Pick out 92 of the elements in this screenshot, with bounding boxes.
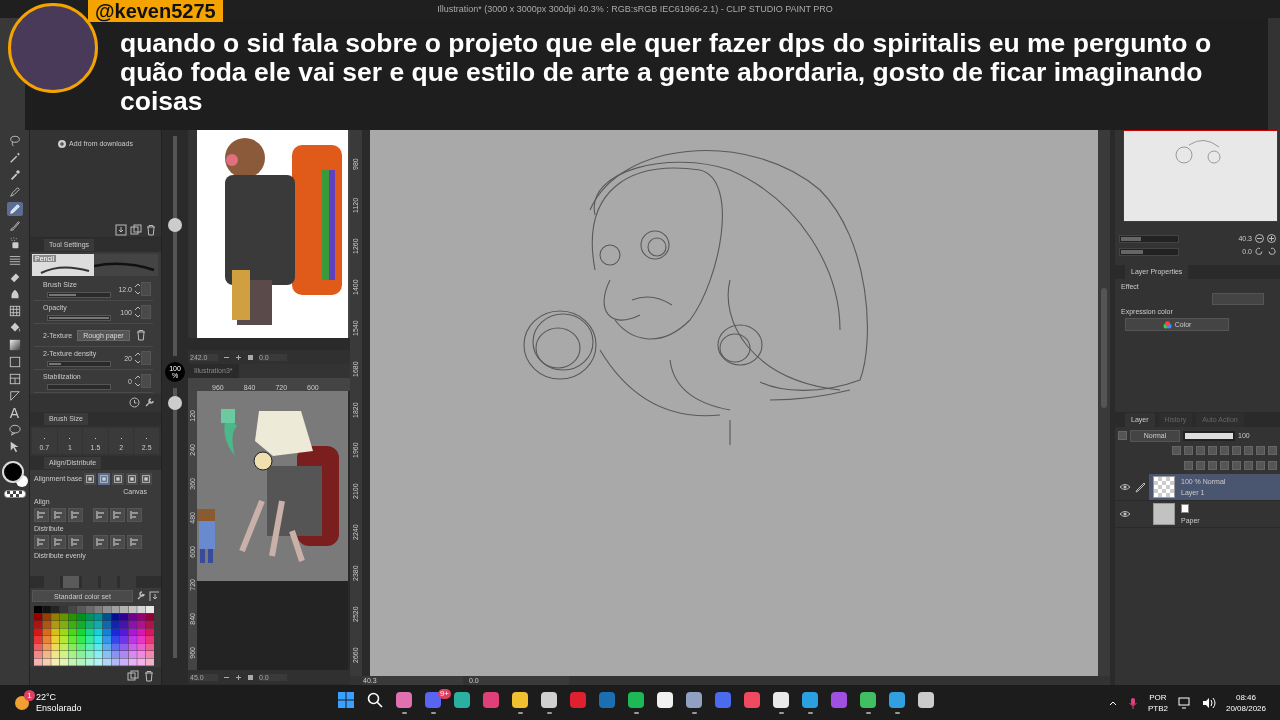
- text-tool[interactable]: A: [6, 406, 23, 420]
- slider-track[interactable]: [47, 383, 111, 390]
- temperature: 22°C: [36, 692, 58, 702]
- pencil-icon[interactable]: [6, 202, 23, 216]
- align-icon[interactable]: [110, 507, 125, 522]
- clock-time[interactable]: 08:46: [1235, 692, 1256, 702]
- align-option-icon[interactable]: [112, 472, 125, 485]
- download-icon[interactable]: [115, 223, 127, 236]
- color-circles-icon: [1162, 320, 1172, 329]
- wrench-icon[interactable]: [144, 397, 155, 408]
- chat-message: quando o sid fala sobre o projeto que ele quer fazer dps do spiritalis eu me pergunto o quão foda ele vai ser e que estilo de arte a gente abordaria, gosto de ficar imaginando coisas: [120, 29, 1213, 116]
- zoom-slider[interactable]: [1119, 234, 1179, 243]
- app-icon[interactable]: [888, 691, 906, 709]
- app-icon[interactable]: [656, 691, 674, 709]
- keyboard-layout[interactable]: PTB2: [1147, 703, 1168, 713]
- layer-thumbnail: [1153, 476, 1175, 498]
- distribute-icon[interactable]: [127, 534, 142, 549]
- sun-icon[interactable]: [14, 694, 30, 711]
- align-icon[interactable]: [127, 507, 142, 522]
- property-toggle[interactable]: [141, 374, 151, 388]
- brush-stroke-drawing: [40, 266, 90, 274]
- zoom-slider-thumb[interactable]: [168, 395, 182, 410]
- property-toggle[interactable]: [141, 282, 151, 296]
- app-icon[interactable]: [511, 691, 529, 709]
- zoom-in-icon[interactable]: [235, 673, 242, 681]
- align-icon[interactable]: [51, 507, 66, 522]
- zoom-in-icon[interactable]: [235, 353, 242, 361]
- copy-icon[interactable]: [127, 670, 139, 682]
- color-panel-tab[interactable]: [63, 575, 79, 588]
- transparent-swatch[interactable]: [3, 490, 26, 498]
- clock-icon[interactable]: [129, 397, 140, 408]
- microphone-icon[interactable]: [1127, 696, 1138, 709]
- app-icon[interactable]: [859, 691, 877, 709]
- app-icon[interactable]: [395, 691, 413, 709]
- notification-badge: 1: [24, 689, 35, 701]
- align-option-icon[interactable]: [98, 472, 111, 485]
- fit-icon[interactable]: [247, 673, 254, 681]
- eye-icon[interactable]: [1119, 508, 1131, 520]
- pixel-character-drawing: [197, 509, 215, 563]
- wrench-icon[interactable]: [136, 591, 146, 601]
- speaker-icon[interactable]: [1201, 696, 1216, 709]
- align-icon[interactable]: [68, 507, 83, 522]
- trash-icon[interactable]: [134, 329, 147, 341]
- slider-track[interactable]: [47, 291, 111, 298]
- distribute-icon[interactable]: [110, 534, 125, 549]
- app-icon[interactable]: [453, 691, 471, 709]
- app-icon[interactable]: [540, 691, 558, 709]
- app-icon[interactable]: [627, 691, 645, 709]
- distribute-icon[interactable]: [51, 534, 66, 549]
- color-palette[interactable]: [34, 605, 154, 666]
- align-option-icon[interactable]: [126, 472, 139, 485]
- rotate-right-icon[interactable]: [1267, 247, 1276, 256]
- zoom-in-icon[interactable]: [1267, 234, 1276, 243]
- window-title: Illustration* (3000 x 3000px 300dpi 40.3% : RGB:sRGB IEC61966-2.1) - CLIP STUDIO PAINT PRO: [437, 4, 833, 14]
- speech-bubble-icon[interactable]: [6, 423, 23, 437]
- align-icon[interactable]: [34, 507, 49, 522]
- app-icon[interactable]: [917, 691, 935, 709]
- username-badge: @keven5275: [88, 0, 223, 22]
- color-swatches[interactable]: [1, 461, 28, 487]
- slider-track[interactable]: [47, 360, 111, 367]
- distribute-icon[interactable]: [93, 534, 108, 549]
- align-option-icon[interactable]: [84, 472, 97, 485]
- page-icon: [1181, 504, 1189, 513]
- app-icon[interactable]: [685, 691, 703, 709]
- app-icon[interactable]: [801, 691, 819, 709]
- distribute-icon[interactable]: [34, 534, 49, 549]
- app-icon[interactable]: [772, 691, 790, 709]
- copy-icon[interactable]: [130, 223, 142, 236]
- notification-badge: 9+: [437, 688, 451, 699]
- weather-condition: Ensolarado: [36, 703, 82, 713]
- rotate-left-icon[interactable]: [1255, 247, 1264, 256]
- language[interactable]: POR: [1149, 692, 1167, 702]
- zoom-slider-thumb[interactable]: [168, 218, 182, 233]
- plus-circle-icon: [58, 140, 67, 148]
- align-icon[interactable]: [93, 507, 108, 522]
- trash-icon[interactable]: [145, 223, 157, 236]
- rotation-slider[interactable]: [1119, 247, 1179, 256]
- property-toggle[interactable]: [141, 351, 151, 365]
- property-toggle[interactable]: [141, 305, 151, 319]
- sketch-thumbnail-drawing: [1175, 140, 1221, 164]
- download-icon[interactable]: [149, 591, 159, 601]
- search-icon[interactable]: [366, 691, 384, 709]
- fit-icon[interactable]: [247, 353, 254, 361]
- distribute-icon[interactable]: [68, 534, 83, 549]
- clock-date[interactable]: 20/08/2026: [1225, 703, 1266, 713]
- pen-icon[interactable]: [1135, 481, 1145, 493]
- align-option-icon[interactable]: [140, 472, 153, 485]
- trash-icon[interactable]: [143, 670, 155, 682]
- windows-start-icon[interactable]: [337, 691, 355, 709]
- zoom-out-icon[interactable]: [1255, 234, 1264, 243]
- eye-icon[interactable]: [1119, 481, 1131, 493]
- paper-thumbnail: [1153, 503, 1175, 525]
